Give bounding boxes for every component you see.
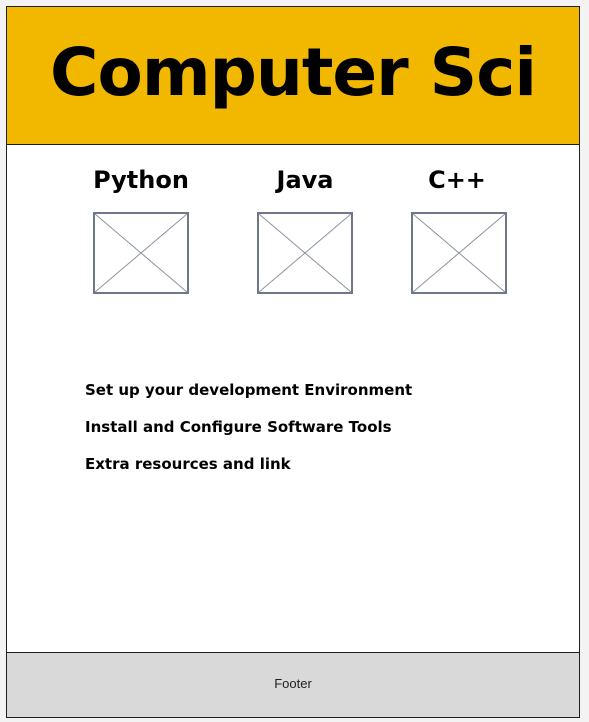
site-title: Computer Sci [50, 34, 537, 111]
site-footer: Footer [7, 652, 579, 717]
language-label-java: Java [276, 166, 334, 194]
language-card-python[interactable]: Python [81, 166, 201, 294]
link-extra-resources[interactable]: Extra resources and link [85, 455, 412, 492]
language-label-cpp: C++ [428, 166, 486, 194]
image-placeholder-icon [257, 212, 353, 294]
footer-label: Footer [274, 676, 312, 691]
image-placeholder-icon [93, 212, 189, 294]
page-frame: Computer Sci Python Java C++ Set up your… [6, 6, 580, 718]
link-install-tools[interactable]: Install and Configure Software Tools [85, 418, 412, 455]
site-header: Computer Sci [7, 7, 579, 145]
image-placeholder-icon [411, 212, 507, 294]
language-card-cpp[interactable]: C++ [397, 166, 517, 294]
language-label-python: Python [93, 166, 189, 194]
language-card-java[interactable]: Java [245, 166, 365, 294]
link-setup-environment[interactable]: Set up your development Environment [85, 381, 412, 418]
resource-links: Set up your development Environment Inst… [85, 381, 412, 492]
